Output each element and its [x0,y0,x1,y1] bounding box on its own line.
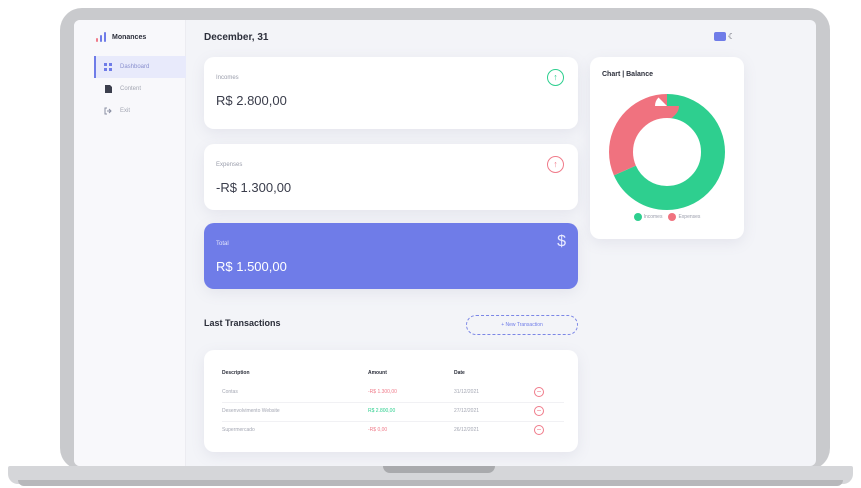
row-amount: -R$ 0,00 [368,427,388,433]
moon-icon: ☾ [728,32,736,41]
total-card: Total R$ 1.500,00 $ [204,223,578,289]
expenses-value: -R$ 1.300,00 [216,180,292,195]
expenses-card: Expenses -R$ 1.300,00 ↑ [204,144,578,210]
transactions-table: Description Amount Date Contas -R$ 1.300… [204,350,578,452]
table-row: Desenvolvimento Website R$ 2.800,00 27/1… [222,403,564,422]
dollar-icon: $ [557,233,566,250]
total-value: R$ 1.500,00 [216,259,287,274]
row-date: 26/12/2021 [454,427,480,433]
laptop-notch [383,466,495,473]
column-header-date: Date [454,370,465,376]
column-header-description: Description [222,370,250,376]
sidebar-item-label: Content [120,86,142,92]
sidebar: Monances Dashboard Content Exit [74,20,186,466]
incomes-value: R$ 2.800,00 [216,93,287,108]
remove-icon[interactable]: − [534,425,544,435]
brand-name: Monances [112,33,147,41]
legend-label-incomes: Incomes [643,214,663,220]
remove-icon[interactable]: − [534,406,544,416]
theme-toggle[interactable]: ☾ [714,32,735,41]
sidebar-item-exit[interactable]: Exit [94,100,186,122]
legend-item-incomes: Incomes [633,213,663,221]
sidebar-item-label: Dashboard [120,64,150,70]
toggle-switch [714,32,726,41]
table-row: Contas -R$ 1.300,00 31/12/2021 − [222,384,564,403]
grid-icon [104,63,112,71]
remove-icon[interactable]: − [534,387,544,397]
sidebar-item-dashboard[interactable]: Dashboard [94,56,186,78]
chart-card: Chart | Balance Incomes Expenses [590,57,744,239]
transactions-title: Last Transactions [204,318,281,328]
sidebar-item-label: Exit [120,108,131,114]
row-date: 27/12/2021 [454,408,480,414]
logo-icon [96,32,106,42]
total-label: Total [216,241,229,247]
table-row: Supermercado -R$ 0,00 26/12/2021 − [222,422,564,441]
sidebar-item-content[interactable]: Content [94,78,186,100]
new-transaction-button[interactable]: + New Transaction [466,315,578,335]
row-description: Desenvolvimento Website [222,408,280,414]
row-date: 31/12/2021 [454,389,480,395]
sidebar-nav: Dashboard Content Exit [94,56,186,122]
document-icon [104,85,112,93]
legend-swatch-expenses [668,213,677,221]
donut-chart [609,94,725,210]
legend-item-expenses: Expenses [668,213,700,221]
row-amount: R$ 2.800,00 [368,408,396,414]
chart-title: Chart | Balance [602,71,653,78]
page-date: December, 31 [204,32,269,43]
app-screen: Monances Dashboard Content Exit December… [74,20,816,466]
row-description: Contas [222,389,238,395]
laptop-base-shadow [18,480,843,486]
arrow-up-icon: ↑ [547,69,564,86]
row-amount: -R$ 1.300,00 [368,389,397,395]
incomes-card: Incomes R$ 2.800,00 ↑ [204,57,578,129]
arrow-down-icon: ↑ [547,156,564,173]
row-description: Supermercado [222,427,255,433]
incomes-label: Incomes [216,75,239,81]
legend-label-expenses: Expenses [678,214,701,220]
legend-swatch-incomes [633,213,642,221]
expenses-label: Expenses [216,162,243,168]
chart-legend: Incomes Expenses [590,213,744,221]
column-header-amount: Amount [368,370,387,376]
exit-icon [104,107,112,115]
brand[interactable]: Monances [96,32,146,42]
